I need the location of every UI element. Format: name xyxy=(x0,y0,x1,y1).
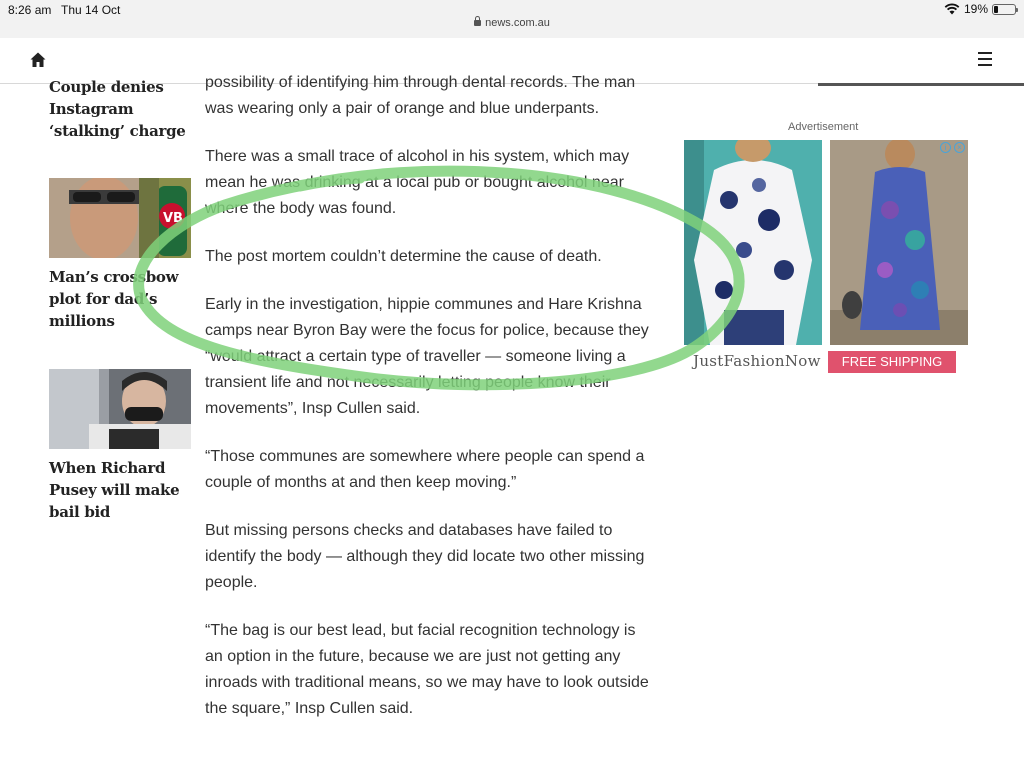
battery-icon xyxy=(992,3,1018,15)
wifi-icon xyxy=(944,3,960,15)
ad-brand-name: JustFashionNow xyxy=(693,352,821,370)
pusey-story-photo xyxy=(49,369,191,449)
related-story-thumbnail[interactable]: VB xyxy=(49,178,191,258)
related-story-thumbnail[interactable] xyxy=(49,369,191,449)
crossbow-story-photo: VB xyxy=(49,178,191,258)
lock-icon xyxy=(474,16,482,26)
battery-percent: 19% xyxy=(963,2,988,16)
ad-choices[interactable]: i × xyxy=(940,142,965,153)
article-paragraph: “Those communes are somewhere where peop… xyxy=(205,448,645,491)
ad-product-image[interactable] xyxy=(684,140,822,345)
article-body: possibility of identifying him through d… xyxy=(205,70,650,744)
hamburger-menu-icon[interactable] xyxy=(978,52,994,66)
related-story-title-text: Couple denies Instagram ‘stalking’ charg… xyxy=(49,78,164,96)
related-story-title-continued: Instagram ‘stalking’ charge xyxy=(49,100,186,140)
ad-product-image[interactable]: i × xyxy=(830,140,968,345)
status-right: 19% xyxy=(944,2,1018,16)
related-story-title[interactable]: When Richard Pusey will make bail bid xyxy=(49,457,193,523)
status-bar: 8:26 am Thu 14 Oct 19% news.com.au xyxy=(0,0,1024,38)
status-time: 8:26 am xyxy=(8,3,52,17)
status-date: Thu 14 Oct xyxy=(61,3,121,17)
article-paragraph: Early in the investigation, hippie commu… xyxy=(205,296,649,417)
ad-dress-photo xyxy=(830,140,968,345)
article-paragraph: “The bag is our best lead, but facial re… xyxy=(205,622,649,717)
header-divider xyxy=(818,83,1024,86)
related-story-title[interactable]: Man’s crossbow plot for dad’s millions xyxy=(49,266,193,332)
url-text: news.com.au xyxy=(485,17,550,29)
home-icon[interactable] xyxy=(29,51,47,69)
article-paragraph: There was a small trace of alcohol in hi… xyxy=(205,148,630,217)
ad-blouse-photo xyxy=(684,140,822,345)
ad-info-icon[interactable]: i xyxy=(940,142,951,153)
address-bar[interactable]: news.com.au xyxy=(0,16,1024,29)
advertisement-label: Advertisement xyxy=(788,121,859,133)
related-story-title[interactable]: Couple denies Instagram ‘stalking’ charg… xyxy=(49,76,193,98)
article-paragraph: But missing persons checks and databases… xyxy=(205,522,645,591)
related-story-title[interactable]: Instagram ‘stalking’ charge xyxy=(49,98,193,142)
advertisement-banner[interactable]: i × JustFashionNow FREE SHIPPING xyxy=(684,140,969,375)
free-shipping-button[interactable]: FREE SHIPPING xyxy=(828,351,956,373)
vb-can-label: VB xyxy=(163,211,183,226)
article-paragraph: possibility of identifying him through d… xyxy=(205,74,636,117)
article-paragraph: The post mortem couldn’t determine the c… xyxy=(205,248,602,265)
ad-close-icon[interactable]: × xyxy=(954,142,965,153)
